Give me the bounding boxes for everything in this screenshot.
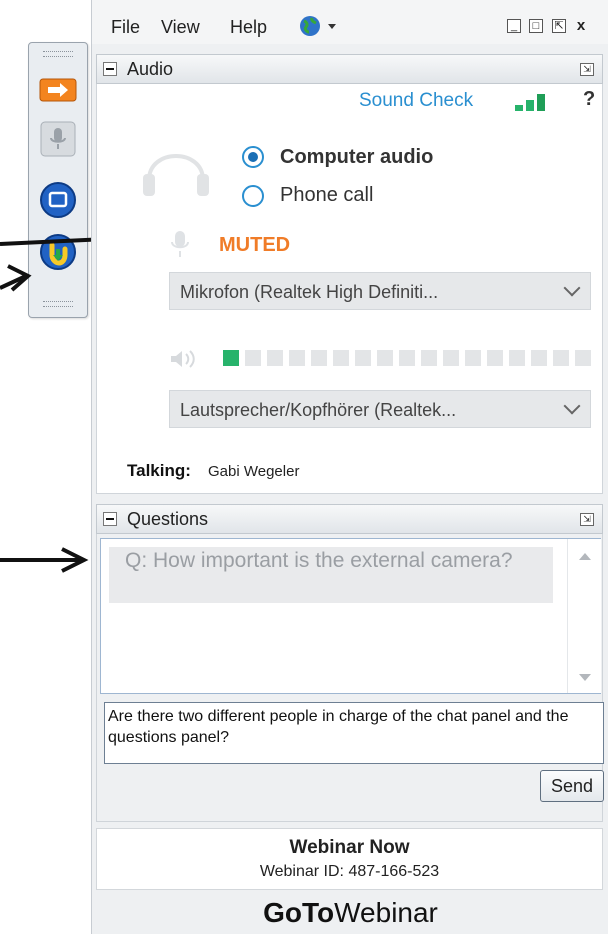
- popout-window-button[interactable]: ⇱: [552, 19, 566, 33]
- questions-section-header: Questions ⇲: [96, 504, 603, 534]
- speaker-icon: [171, 350, 195, 368]
- speaker-level-segment: [245, 350, 261, 366]
- muted-status: MUTED: [219, 234, 291, 256]
- question-item[interactable]: Q: How important is the external camera?: [109, 547, 553, 603]
- gotowebinar-logo: GoToWebinar: [92, 892, 608, 934]
- annotation-arrow-raise-hand: [0, 264, 32, 292]
- phone-call-label[interactable]: Phone call: [280, 184, 373, 207]
- question-input[interactable]: Are there two different people in charge…: [104, 702, 604, 764]
- globe-language-icon[interactable]: [296, 14, 344, 38]
- maximize-button[interactable]: □: [529, 19, 543, 33]
- webinar-info: Webinar Now Webinar ID: 487-166-523: [96, 828, 603, 890]
- speaker-level-segment: [465, 350, 481, 366]
- close-button[interactable]: x: [574, 18, 588, 33]
- computer-audio-radio[interactable]: [242, 146, 264, 168]
- speaker-level-segment: [311, 350, 327, 366]
- speaker-level-segment: [399, 350, 415, 366]
- speaker-level-segment: [487, 350, 503, 366]
- audio-title: Audio: [127, 59, 174, 79]
- audio-help-button[interactable]: ?: [583, 88, 595, 111]
- speaker-level-segment: [553, 350, 569, 366]
- speaker-select-value: Lautsprecher/Kopfhörer (Realtek...: [180, 400, 457, 420]
- computer-audio-label[interactable]: Computer audio: [280, 146, 433, 169]
- logo-webinar-text: Webinar: [334, 897, 438, 928]
- send-button[interactable]: Send: [540, 770, 604, 802]
- speaker-level-segment: [421, 350, 437, 366]
- audio-popout-icon[interactable]: ⇲: [580, 63, 594, 76]
- microphone-select-value: Mikrofon (Realtek High Definiti...: [180, 282, 439, 302]
- show-control-panel-button[interactable]: [37, 75, 79, 117]
- signal-strength-icon: [515, 94, 545, 111]
- speaker-level-segment: [509, 350, 525, 366]
- speaker-level-segment: [289, 350, 305, 366]
- menu-help[interactable]: Help: [230, 17, 267, 38]
- speaker-level-segment: [333, 350, 349, 366]
- questions-popout-icon[interactable]: ⇲: [580, 513, 594, 526]
- webinar-id: Webinar ID: 487-166-523: [259, 863, 440, 880]
- speaker-select[interactable]: Lautsprecher/Kopfhörer (Realtek...: [169, 390, 591, 428]
- speaker-level-segment: [443, 350, 459, 366]
- sound-check-link[interactable]: Sound Check: [359, 90, 473, 112]
- minimize-button[interactable]: _: [507, 19, 521, 33]
- show-screen-button[interactable]: [37, 179, 79, 221]
- audio-panel: Sound Check ? Computer audio Phone call …: [96, 84, 603, 494]
- speaker-level-segment: [575, 350, 591, 366]
- questions-scrollbar[interactable]: [567, 539, 601, 693]
- logo-goto-text: GoTo: [263, 897, 335, 928]
- chevron-down-icon: [563, 279, 581, 297]
- speaker-level-segment: [267, 350, 283, 366]
- audio-section-header: Audio ⇲: [96, 54, 603, 84]
- collapse-questions-button[interactable]: [103, 512, 117, 526]
- scroll-up-arrow-icon[interactable]: [579, 553, 591, 560]
- speaker-level-segment: [377, 350, 393, 366]
- screen-icon: [40, 182, 76, 218]
- show-panel-arrow-icon: [39, 78, 77, 102]
- talking-name: Gabi Wegeler: [208, 463, 300, 480]
- questions-list[interactable]: Q: How important is the external camera?: [100, 538, 601, 694]
- control-panel-window: File View Help _ □ ⇱ x Audio ⇲ Sound Che…: [91, 0, 608, 934]
- chevron-down-icon: [563, 397, 581, 415]
- menu-file[interactable]: File: [111, 17, 140, 38]
- collapse-audio-button[interactable]: [103, 62, 117, 76]
- talking-label: Talking:: [127, 461, 191, 480]
- menu-view[interactable]: View: [161, 17, 200, 38]
- toolbar-grip-bottom[interactable]: [43, 301, 73, 307]
- phone-call-radio[interactable]: [242, 185, 264, 207]
- menu-bar: File View Help _ □ ⇱ x: [92, 0, 608, 44]
- scroll-down-arrow-icon[interactable]: [579, 674, 591, 681]
- microphone-select[interactable]: Mikrofon (Realtek High Definiti...: [169, 272, 591, 310]
- microphone-icon: [40, 121, 76, 157]
- question-text: Q: How important is the external camera?: [125, 549, 513, 572]
- speaker-level-segment: [355, 350, 371, 366]
- microphone-muted-icon: [171, 231, 189, 257]
- microphone-button[interactable]: [37, 119, 79, 161]
- speaker-level-segment: [531, 350, 547, 366]
- headset-icon: [143, 154, 209, 196]
- toolbar-grip-top[interactable]: [43, 51, 73, 57]
- speaker-level-segment-on: [223, 350, 239, 366]
- annotation-arrow-questions: [0, 547, 89, 573]
- questions-title: Questions: [127, 509, 209, 529]
- webinar-title: Webinar Now: [289, 837, 410, 858]
